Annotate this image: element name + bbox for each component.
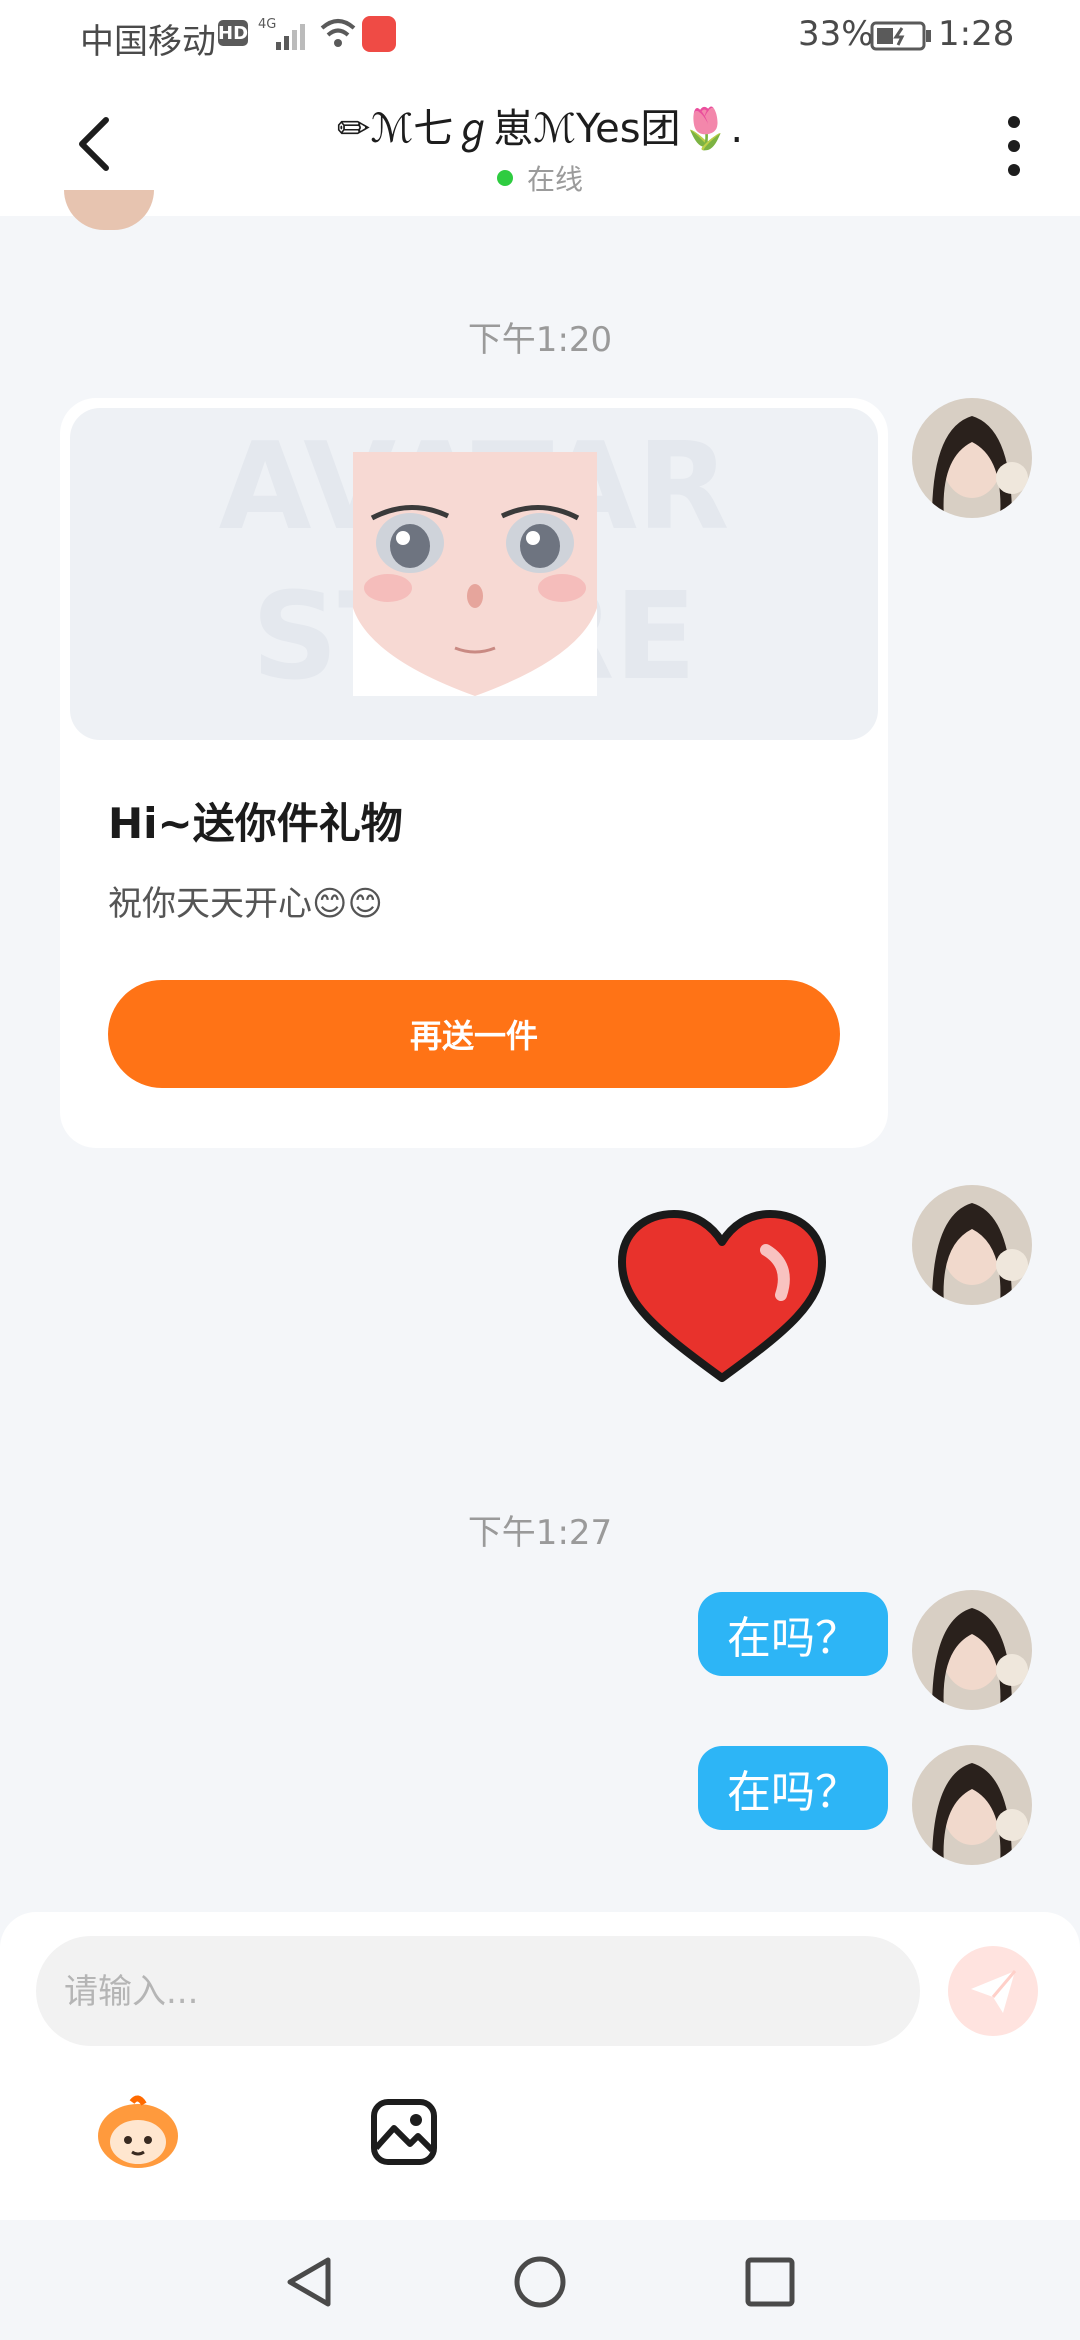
system-nav-bar (0, 2220, 1080, 2340)
message-input[interactable] (36, 1936, 886, 2048)
battery-percent: 33% (798, 14, 874, 54)
status-bar: 中国移动 HD 4G 33% 1:28 (0, 0, 1080, 72)
app-store-icon (362, 16, 396, 52)
heart-sticker[interactable] (616, 1210, 828, 1386)
carrier-label: 中国移动 (80, 22, 216, 62)
image-icon[interactable] (370, 2098, 438, 2166)
hd-badge: HD (218, 20, 248, 46)
nav-home-icon[interactable] (512, 2254, 568, 2310)
gift-card-image: AVATAR STORE (70, 408, 878, 740)
wifi-icon (320, 19, 356, 47)
timestamp: 下午1:20 (467, 320, 613, 360)
nav-back-icon[interactable] (282, 2254, 338, 2310)
online-dot (496, 170, 513, 186)
gift-image: AVATAR STORE (219, 418, 730, 707)
clock: 1:28 (938, 14, 1015, 54)
online-label: 在线 (526, 163, 583, 196)
send-button[interactable] (948, 1946, 1038, 2036)
avatar[interactable] (912, 1185, 1032, 1305)
avatar[interactable] (912, 1590, 1032, 1710)
nav-recents-icon[interactable] (744, 2256, 796, 2308)
partial-avatar (64, 190, 154, 230)
gift-card-subtitle: 祝你天天开心😊😊 (108, 884, 383, 924)
avatar[interactable] (912, 398, 1032, 518)
send-again-button[interactable]: 再送一件 (108, 980, 840, 1088)
message-bubble[interactable]: 在吗？ (698, 1592, 888, 1676)
sticker-icon[interactable] (92, 2092, 184, 2170)
battery-icon (870, 21, 931, 51)
online-status: 在线 (0, 158, 1080, 198)
more-options-icon[interactable] (1000, 112, 1028, 182)
message-input-container[interactable] (36, 1936, 920, 2048)
message-bubble[interactable]: 在吗？ (698, 1746, 888, 1830)
chat-header: ✏ℳ七ℊ崽ℳYes团🌷. 在线 (0, 72, 1080, 216)
timestamp: 下午1:27 (467, 1513, 613, 1553)
signal-icon: 4G (258, 17, 305, 50)
chat-title: ✏ℳ七ℊ崽ℳYes团🌷. (336, 106, 744, 152)
gift-card-title: Hi~送你件礼物 (108, 799, 403, 848)
avatar[interactable] (912, 1745, 1032, 1865)
send-icon (971, 1970, 1017, 2013)
network-label: 4G (258, 17, 276, 32)
